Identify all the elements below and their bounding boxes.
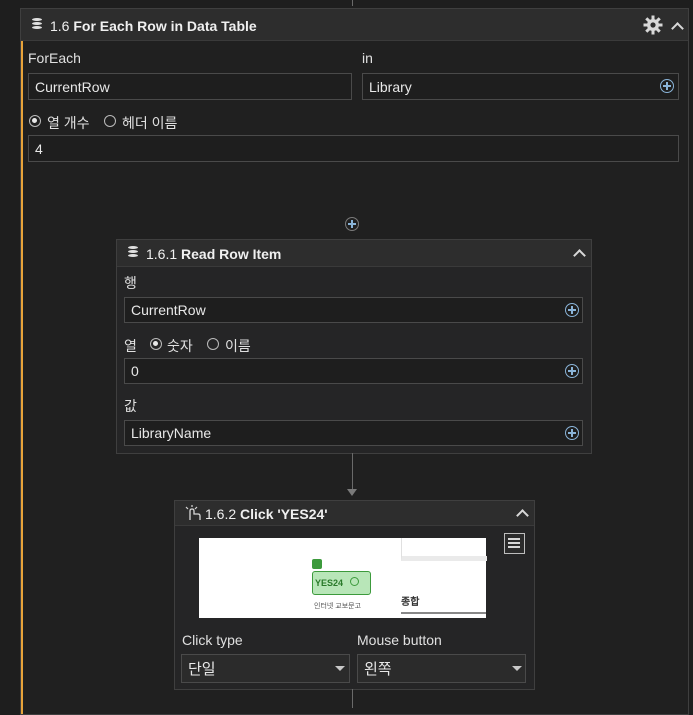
in-label: in [362, 50, 373, 66]
column-count-input[interactable]: 4 [28, 135, 679, 162]
value-add-icon[interactable] [565, 426, 579, 440]
preview-right-label: 종합 [401, 597, 420, 608]
preview-menu-button[interactable] [504, 533, 525, 554]
foreach-label: ForEach [28, 50, 81, 66]
radio-column-number[interactable] [150, 338, 162, 350]
radio-column-name[interactable] [207, 338, 219, 350]
in-add-icon[interactable] [660, 79, 674, 93]
preview-underline [401, 612, 486, 614]
radio-column-count[interactable] [29, 115, 41, 127]
click-type-label: Click type [182, 632, 243, 648]
target-preview-image[interactable]: YES24 인터넷 교보문고 종합 [199, 538, 487, 618]
connector-arrow-icon [347, 489, 357, 496]
foreach-variable-input[interactable]: CurrentRow [28, 73, 352, 100]
menu-line-icon [508, 546, 520, 548]
click-type-select[interactable]: 단일 [181, 654, 350, 683]
row-add-icon[interactable] [565, 303, 579, 317]
menu-line-icon [508, 542, 520, 544]
foreach-title: 1.6 For Each Row in Data Table [50, 18, 257, 34]
gear-icon[interactable] [643, 15, 663, 35]
column-input[interactable]: 0 [124, 358, 583, 384]
column-count-value: 4 [35, 140, 43, 157]
column-label: 열 [124, 338, 137, 354]
collapse-chevron-icon[interactable] [671, 22, 684, 35]
mouse-button-dropdown-icon [512, 666, 522, 671]
mouse-button-value: 왼쪽 [364, 661, 392, 678]
foreach-accent-bar [21, 9, 23, 714]
radio-column-name-label: 이름 [225, 338, 251, 354]
column-add-icon[interactable] [565, 364, 579, 378]
target-caption: 인터넷 교보문고 [314, 603, 362, 610]
mouse-click-icon [185, 505, 201, 520]
row-label: 행 [124, 275, 137, 291]
foreach-header[interactable]: 1.6 For Each Row in Data Table [21, 9, 688, 41]
target-highlight[interactable]: YES24 [312, 571, 371, 595]
row-input[interactable]: CurrentRow [124, 297, 583, 323]
click-title: 1.6.2 Click 'YES24' [205, 506, 328, 522]
radio-header-name-label: 헤더 이름 [122, 115, 178, 131]
in-datatable-value: Library [369, 78, 412, 95]
connector-line [352, 453, 353, 489]
read-row-header[interactable]: 1.6.1 Read Row Item [117, 240, 591, 267]
column-value: 0 [131, 363, 139, 379]
top-connector [352, 0, 353, 6]
mouse-button-select[interactable]: 왼쪽 [357, 654, 526, 683]
menu-line-icon [508, 538, 520, 540]
click-header[interactable]: 1.6.2 Click 'YES24' [175, 501, 534, 526]
click-type-dropdown-icon [335, 666, 345, 671]
row-value: CurrentRow [131, 302, 206, 318]
value-label: 값 [124, 398, 137, 414]
target-yes24-label: YES24 [315, 578, 344, 588]
insert-activity-icon[interactable] [345, 217, 359, 231]
in-datatable-input[interactable]: Library [362, 73, 679, 100]
read-row-title: 1.6.1 Read Row Item [146, 246, 282, 262]
collapse-chevron-icon[interactable] [573, 249, 586, 262]
bottom-connector [352, 689, 353, 708]
value-value: LibraryName [131, 425, 212, 441]
value-input[interactable]: LibraryName [124, 420, 583, 446]
radio-header-name[interactable] [104, 115, 116, 127]
crosshair-icon [350, 577, 359, 586]
target-anchor-icon [312, 559, 322, 569]
preview-top-bar [401, 538, 487, 561]
radio-column-count-label: 열 개수 [47, 115, 90, 131]
datatable-icon [32, 18, 43, 32]
click-type-value: 단일 [188, 661, 216, 678]
datatable-icon [128, 246, 139, 260]
radio-column-number-label: 숫자 [167, 338, 193, 354]
foreach-variable-value: CurrentRow [35, 78, 110, 95]
collapse-chevron-icon[interactable] [516, 509, 529, 522]
mouse-button-label: Mouse button [357, 632, 442, 648]
